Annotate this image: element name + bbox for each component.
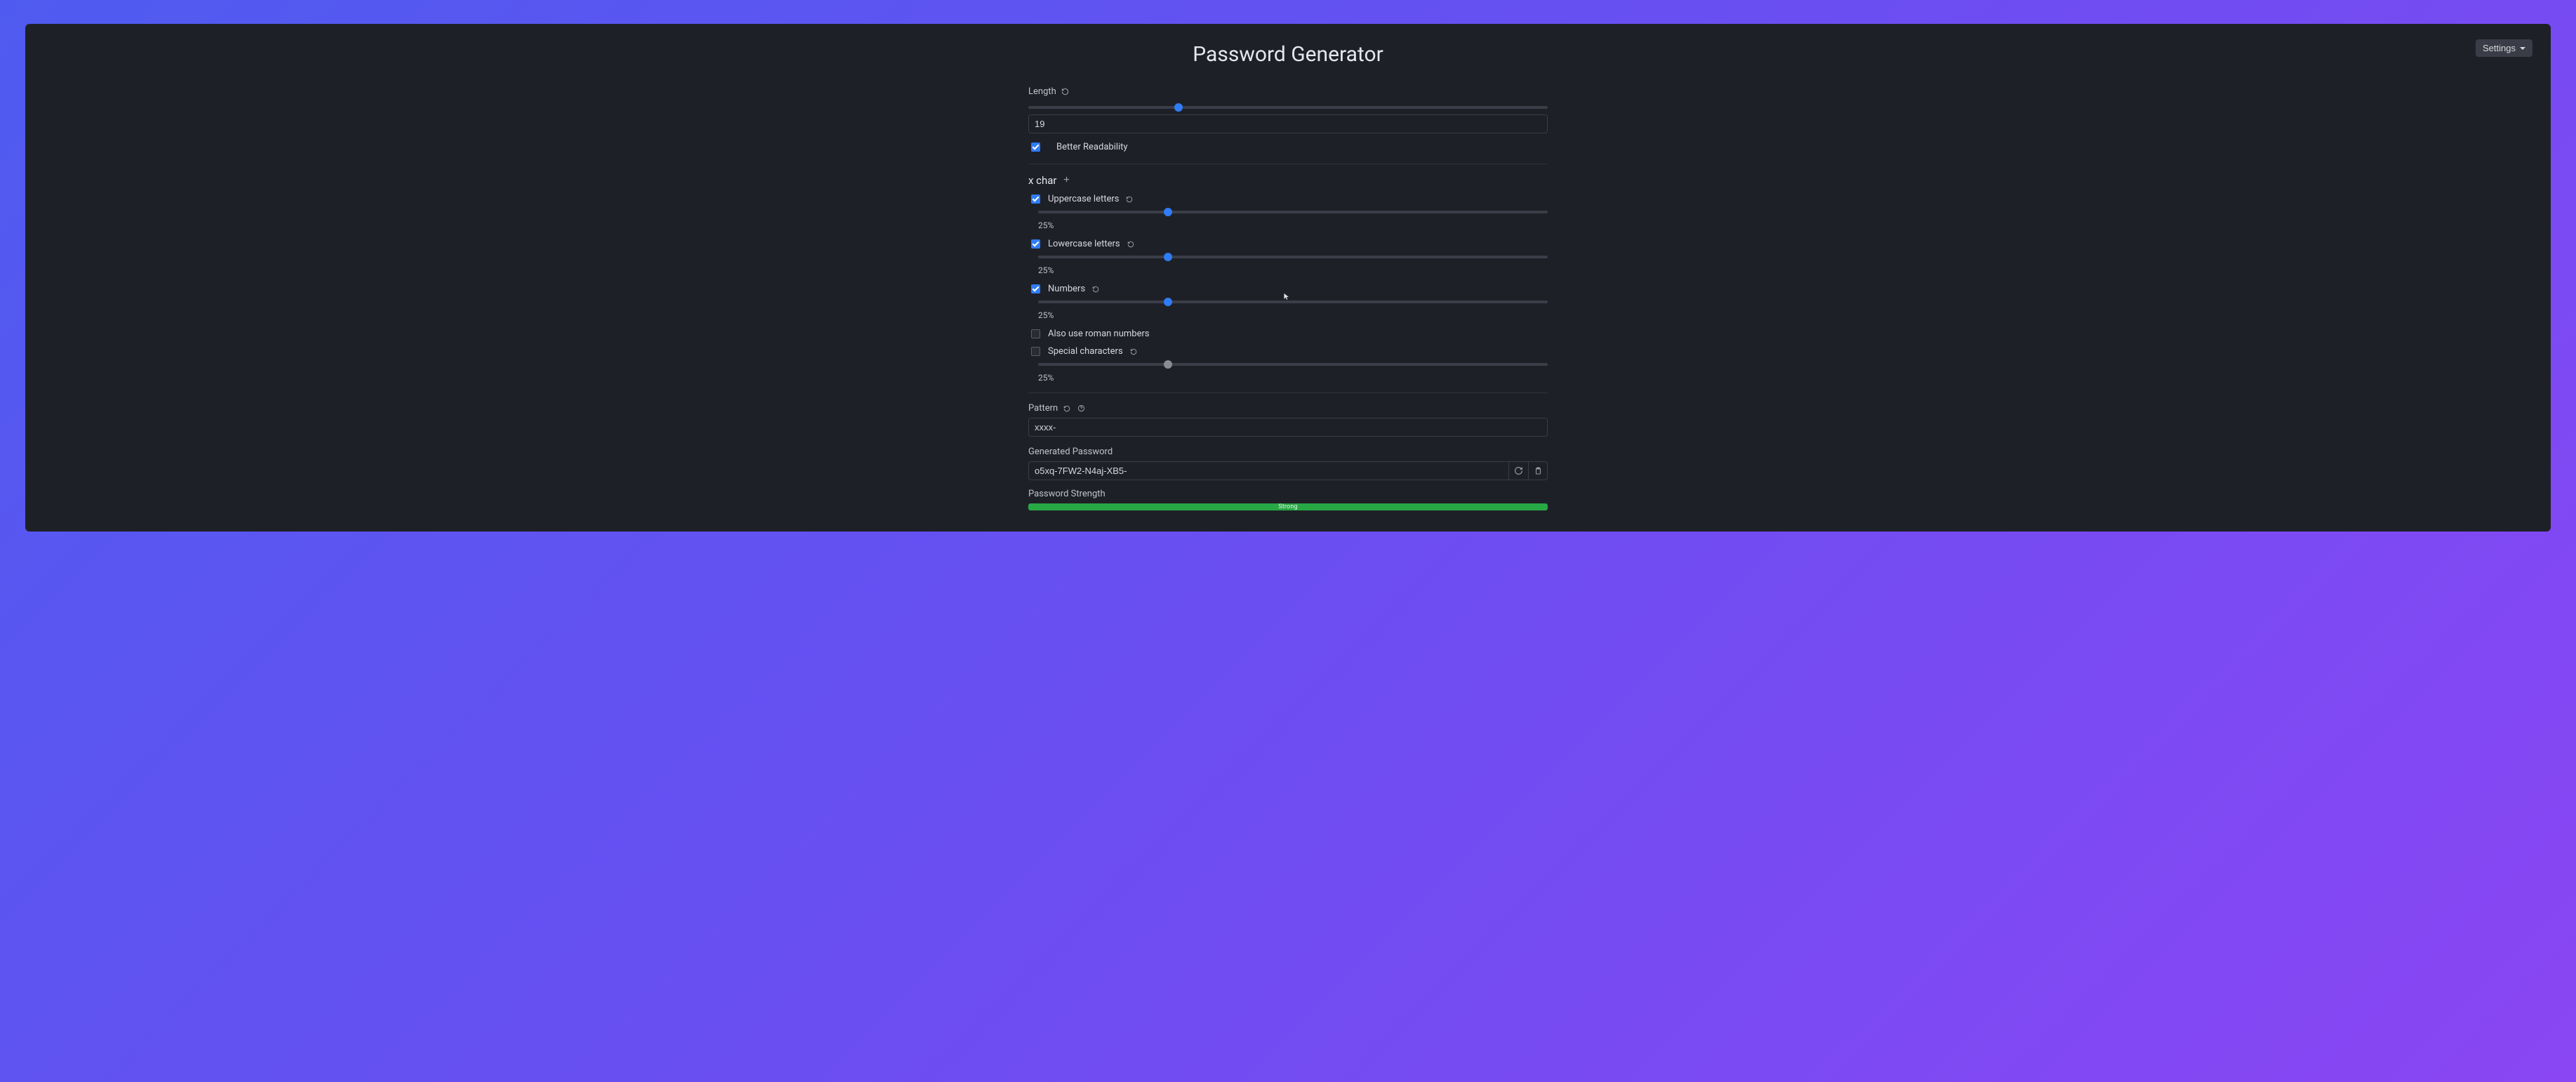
- strength-section: Password Strength Strong: [1028, 489, 1548, 510]
- uppercase-slider[interactable]: [1038, 211, 1548, 213]
- uppercase-checkbox[interactable]: [1031, 194, 1040, 204]
- lowercase-checkbox[interactable]: [1031, 239, 1040, 249]
- special-label: Special characters: [1048, 346, 1123, 357]
- readability-checkbox[interactable]: [1031, 143, 1040, 152]
- lowercase-row: Lowercase letters 25%: [1028, 237, 1548, 275]
- numbers-row: Numbers 25%: [1028, 282, 1548, 320]
- strength-bar: Strong: [1028, 503, 1548, 510]
- readability-row: Better Readability: [1028, 140, 1548, 154]
- reset-icon[interactable]: [1124, 194, 1134, 204]
- reset-icon[interactable]: [1062, 404, 1072, 414]
- length-slider[interactable]: [1028, 106, 1548, 109]
- uppercase-label: Uppercase letters: [1048, 194, 1119, 204]
- lowercase-pct: 25%: [1038, 265, 1548, 275]
- generated-label: Generated Password: [1028, 447, 1113, 457]
- charset-heading-label: x char: [1028, 174, 1057, 187]
- generator-form: Length Better Readability x char Upperca…: [1028, 86, 1548, 510]
- pattern-input[interactable]: [1028, 418, 1548, 437]
- uppercase-row: Uppercase letters 25%: [1028, 192, 1548, 230]
- readability-label: Better Readability: [1056, 142, 1128, 152]
- roman-label: Also use roman numbers: [1048, 329, 1150, 339]
- special-checkbox[interactable]: [1031, 347, 1040, 356]
- uppercase-pct: 25%: [1038, 220, 1548, 230]
- numbers-checkbox[interactable]: [1031, 284, 1040, 293]
- caret-down-icon: [2520, 47, 2525, 50]
- numbers-label: Numbers: [1048, 284, 1085, 294]
- reset-icon[interactable]: [1126, 239, 1136, 249]
- length-input[interactable]: [1028, 114, 1548, 133]
- reset-icon[interactable]: [1061, 87, 1070, 97]
- special-row: Special characters 25%: [1028, 345, 1548, 383]
- pattern-label: Pattern: [1028, 403, 1058, 414]
- roman-row: Also use roman numbers: [1028, 327, 1548, 341]
- clipboard-icon: [1533, 466, 1543, 476]
- plus-icon[interactable]: [1063, 176, 1070, 186]
- copy-button[interactable]: [1528, 461, 1548, 480]
- pattern-label-row: Pattern: [1028, 403, 1548, 414]
- generated-label-row: Generated Password: [1028, 447, 1548, 457]
- strength-label: Password Strength: [1028, 489, 1106, 499]
- page-title: Password Generator: [44, 42, 2532, 67]
- refresh-icon: [1514, 466, 1524, 476]
- app-panel: Settings Password Generator Length Bette…: [25, 24, 2551, 532]
- strength-value: Strong: [1278, 503, 1298, 510]
- help-icon[interactable]: [1076, 404, 1086, 414]
- special-slider[interactable]: [1038, 363, 1548, 366]
- roman-checkbox[interactable]: [1031, 329, 1040, 338]
- numbers-slider[interactable]: [1038, 301, 1548, 303]
- lowercase-slider[interactable]: [1038, 256, 1548, 258]
- numbers-pct: 25%: [1038, 310, 1548, 320]
- generated-password-input[interactable]: [1028, 461, 1508, 480]
- length-label-row: Length: [1028, 86, 1548, 97]
- reset-icon[interactable]: [1091, 284, 1101, 294]
- regenerate-button[interactable]: [1508, 461, 1528, 480]
- charset-heading: x char: [1028, 174, 1548, 187]
- special-pct: 25%: [1038, 373, 1548, 383]
- reset-icon[interactable]: [1129, 347, 1138, 357]
- settings-button[interactable]: Settings: [2476, 39, 2532, 57]
- settings-button-label: Settings: [2483, 43, 2516, 53]
- generated-row: [1028, 461, 1548, 480]
- separator: [1028, 392, 1548, 393]
- lowercase-label: Lowercase letters: [1048, 239, 1120, 249]
- strength-label-row: Password Strength: [1028, 489, 1548, 499]
- length-label: Length: [1028, 86, 1056, 97]
